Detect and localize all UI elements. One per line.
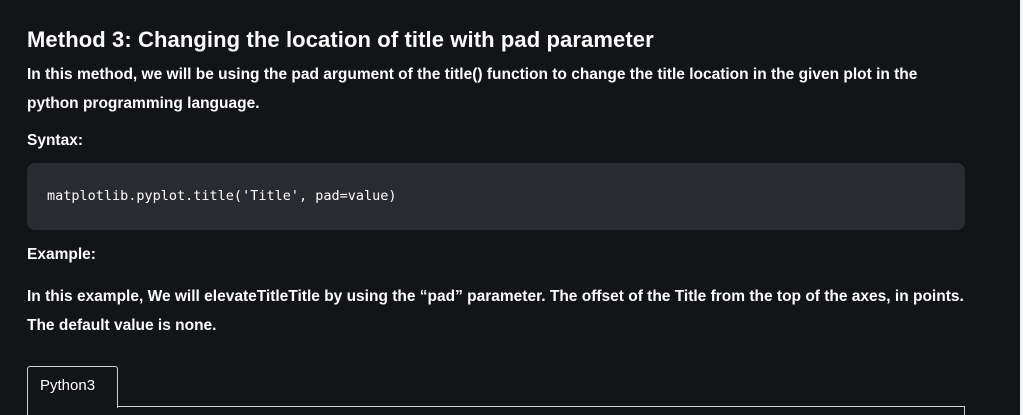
article-page: Method 3: Changing the location of title… — [0, 0, 1023, 415]
tab-python3-label: Python3 — [40, 377, 96, 394]
example-paragraph: In this example, We will elevateTitleTit… — [27, 288, 964, 334]
code-tab-panel — [27, 406, 965, 415]
syntax-code-block: matplotlib.pyplot.title('Title', pad=val… — [27, 163, 965, 230]
intro-paragraph: In this method, we will be using the pad… — [27, 66, 918, 112]
example-label: Example: — [27, 246, 96, 263]
section-heading: Method 3: Changing the location of title… — [27, 27, 654, 52]
tab-python3[interactable]: Python3 — [27, 366, 118, 408]
syntax-label: Syntax: — [27, 132, 83, 149]
syntax-code: matplotlib.pyplot.title('Title', pad=val… — [47, 188, 397, 204]
